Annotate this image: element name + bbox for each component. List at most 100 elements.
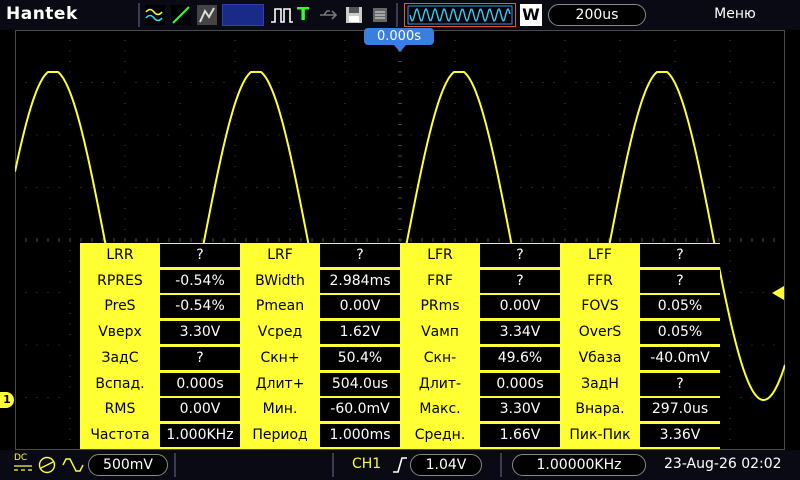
grid-dot <box>729 418 731 419</box>
grid-dot <box>289 71 291 73</box>
grid-dot <box>674 176 676 178</box>
grid-dot <box>674 103 676 104</box>
grid-dot <box>344 103 346 104</box>
grid-dot <box>586 134 588 136</box>
measurement-name: Средн. <box>402 423 478 447</box>
grid-dot <box>729 50 731 52</box>
vector-mode-icon[interactable] <box>171 5 191 25</box>
grid-dot <box>685 30 687 31</box>
grid-dot <box>663 82 665 83</box>
menu-button[interactable]: Меню <box>680 6 790 22</box>
grid-dot <box>289 61 291 62</box>
grid-dot <box>652 187 654 188</box>
grid-dot <box>509 145 511 146</box>
grid-dot <box>509 166 511 167</box>
grid-dot <box>15 323 16 325</box>
grid-dot <box>245 187 247 188</box>
grid-dot <box>784 260 785 262</box>
trigger-level-marker[interactable] <box>772 286 784 300</box>
grid-dot <box>784 113 785 115</box>
trigger-position-marker[interactable]: 0.000s <box>364 28 434 45</box>
grid-dot <box>179 113 181 115</box>
grid-dot <box>322 82 324 83</box>
grid-dot <box>740 187 742 188</box>
memory-window-icon[interactable] <box>404 3 516 27</box>
grid-dot <box>69 40 71 41</box>
grid-dot <box>410 187 412 188</box>
grid-dot <box>289 208 291 209</box>
invert-channel-icon[interactable] <box>62 456 84 474</box>
rising-edge-icon[interactable] <box>392 456 408 474</box>
grid-dot <box>564 71 566 73</box>
bandwidth-limit-icon[interactable] <box>38 456 56 474</box>
grid-dot <box>190 82 192 83</box>
grid-dot <box>564 197 566 199</box>
grid-dot <box>91 30 93 31</box>
grid-dot <box>619 155 621 157</box>
grid-dot <box>729 260 731 262</box>
grid-dot <box>366 134 368 136</box>
grid-dot <box>58 187 60 188</box>
grid-dot <box>69 260 71 262</box>
volts-per-div-readout[interactable]: 500mV <box>88 454 168 476</box>
grid-dot <box>674 50 676 52</box>
grid-dot <box>58 82 60 83</box>
persistence-icon[interactable] <box>197 5 217 25</box>
grid-dot <box>762 134 764 136</box>
grid-dot <box>509 197 511 199</box>
grid-dot <box>69 323 71 325</box>
grid-dot <box>773 397 775 398</box>
grid-dot <box>146 30 148 31</box>
timebase-readout[interactable]: 200us <box>548 4 646 26</box>
grid-dot <box>344 197 346 199</box>
grid-dot <box>421 82 423 83</box>
grid-dot <box>465 187 467 188</box>
grid-dot <box>15 260 16 262</box>
grid-dot <box>784 92 785 94</box>
grid-dot <box>124 113 126 115</box>
grid-dot <box>69 281 71 283</box>
grid-dot <box>784 166 785 167</box>
measurement-value: 3.30V <box>160 321 240 345</box>
grid-dot <box>465 82 467 83</box>
grid-dot <box>542 187 544 188</box>
grid-dot <box>454 50 456 52</box>
grid-dot <box>124 40 126 41</box>
edge-pulse-icon[interactable] <box>270 5 294 25</box>
grid-dot <box>476 30 478 31</box>
grid-dot <box>740 397 742 398</box>
grid-dot <box>663 134 665 136</box>
grid-dot <box>157 30 159 31</box>
acquire-mode-badge[interactable]: W <box>520 4 542 26</box>
grid-dot <box>531 134 533 136</box>
grid-dot <box>333 82 335 83</box>
measurement-value: ? <box>640 269 720 293</box>
save-icon[interactable] <box>344 5 364 25</box>
grid-dot <box>784 145 785 146</box>
grid-dot <box>69 365 71 367</box>
grid-dot <box>146 134 148 136</box>
grid-dot <box>454 61 456 62</box>
grid-dot <box>91 82 93 83</box>
wave-display-icon[interactable] <box>145 5 165 25</box>
grid-dot <box>15 113 16 115</box>
measurement-name: RMS <box>82 398 158 422</box>
ch1-ground-marker[interactable]: 1 <box>0 392 14 408</box>
grid-dot <box>300 82 302 83</box>
grid-dot <box>762 292 764 293</box>
trigger-level-readout[interactable]: 1.04V <box>410 454 482 476</box>
grid-dot <box>784 323 785 325</box>
grid-dot <box>564 155 566 157</box>
measurement-name: Скн- <box>402 346 478 370</box>
run-status-box[interactable] <box>222 4 264 26</box>
grid-dot <box>454 176 456 178</box>
printer-icon[interactable] <box>370 5 390 25</box>
grid-dot <box>784 176 785 178</box>
grid-dot <box>212 134 214 136</box>
grid-dot <box>15 365 16 367</box>
grid-dot <box>619 218 621 220</box>
grid-dot <box>15 271 16 272</box>
grid-dot <box>608 187 610 188</box>
grid-dot <box>267 187 269 188</box>
measurement-name: FOVS <box>562 295 638 319</box>
